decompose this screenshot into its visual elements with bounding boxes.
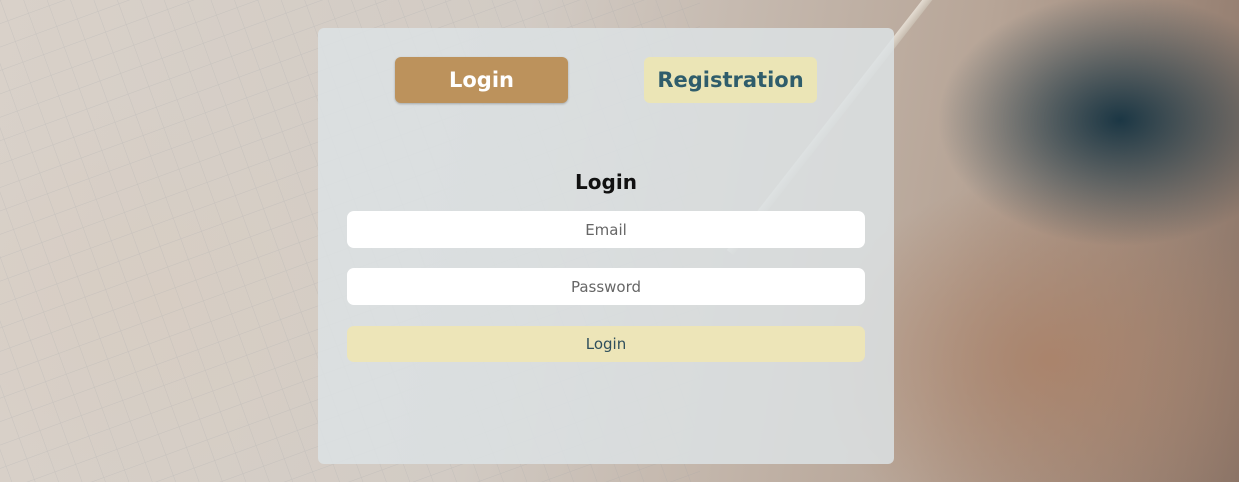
login-submit-button[interactable]: Login (347, 326, 865, 362)
password-field[interactable] (347, 268, 865, 305)
form-title: Login (575, 170, 637, 194)
email-field[interactable] (347, 211, 865, 248)
auth-panel: Login Registration Login Login (318, 28, 894, 464)
tab-registration[interactable]: Registration (644, 57, 817, 103)
tab-login[interactable]: Login (395, 57, 568, 103)
